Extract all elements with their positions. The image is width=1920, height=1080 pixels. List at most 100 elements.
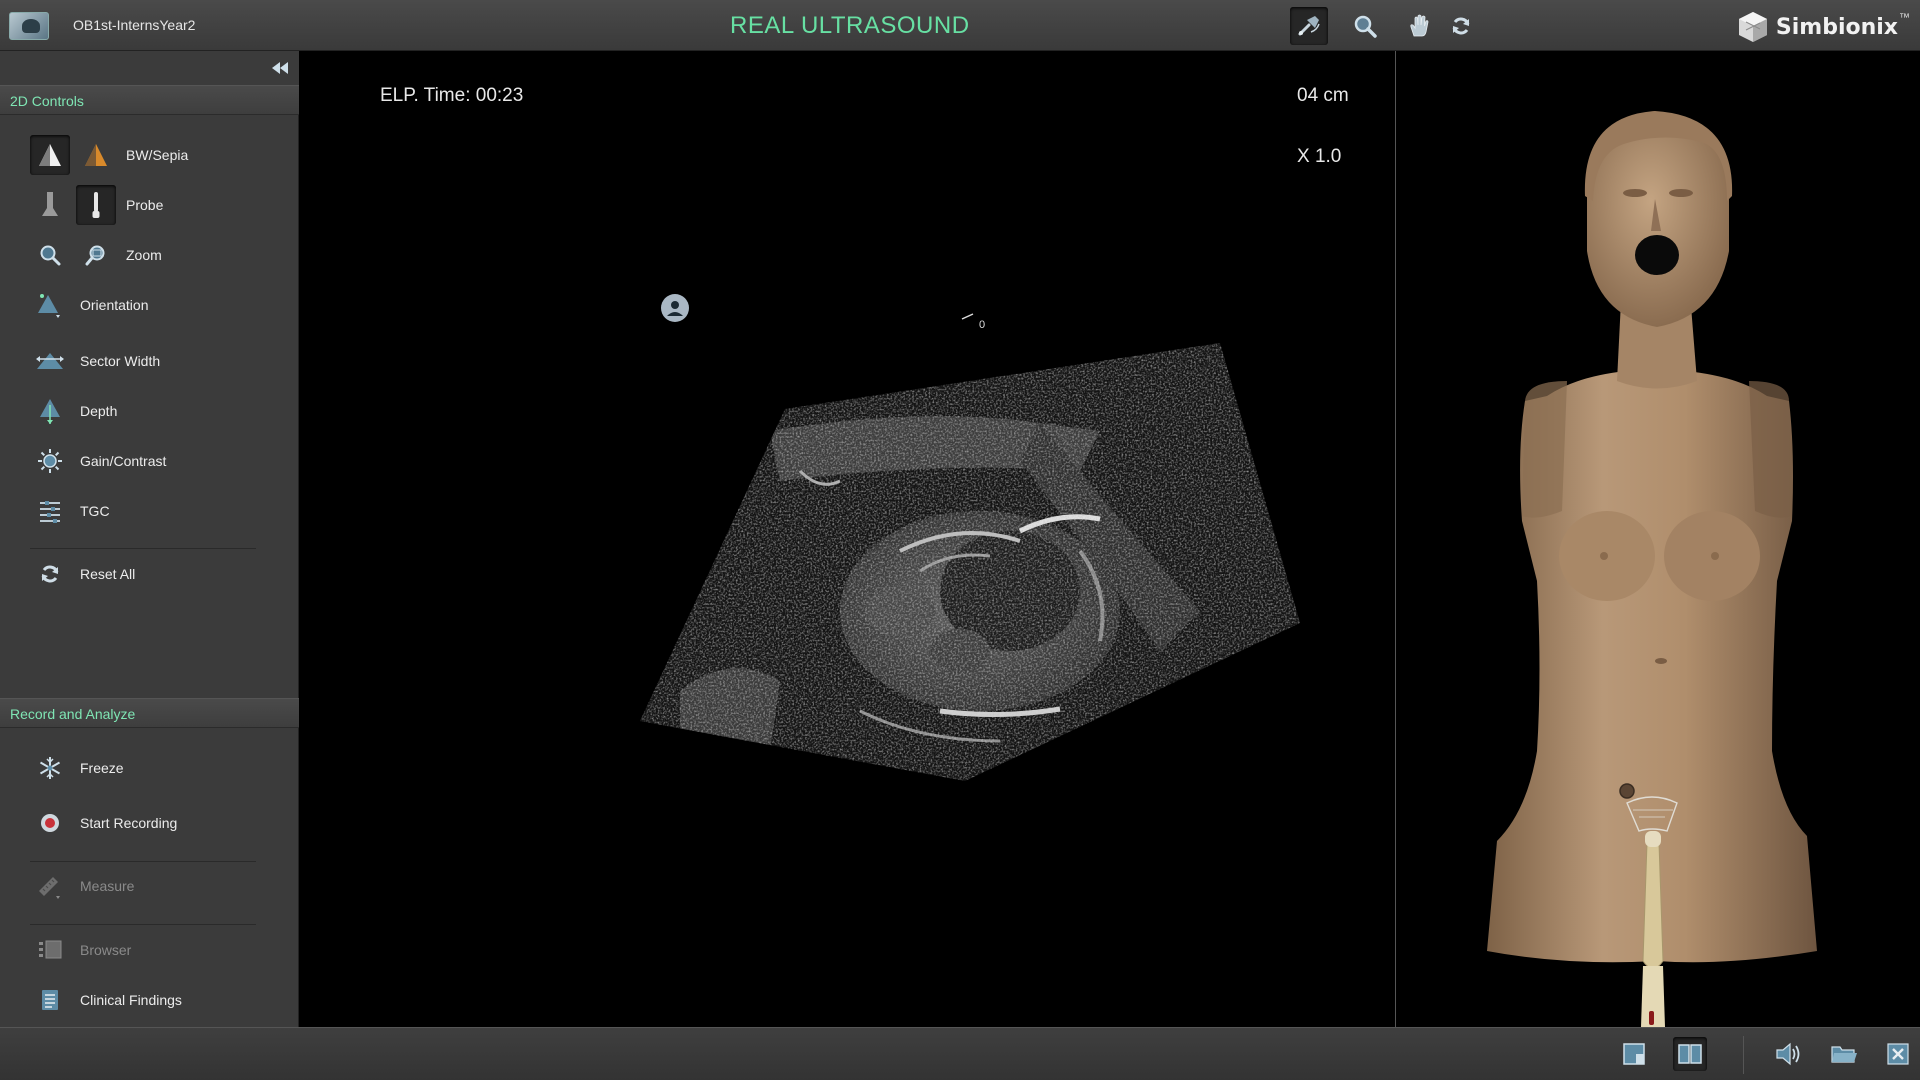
single-view-button[interactable] <box>1617 1037 1651 1071</box>
orientation-label: Orientation <box>80 297 149 313</box>
case-name: OB1st-InternsYear2 <box>73 17 196 33</box>
orientation-button[interactable] <box>30 285 70 325</box>
probe-transvaginal-button[interactable] <box>76 185 116 225</box>
pan-tool-button[interactable] <box>1400 7 1438 45</box>
bottom-bar-separator <box>1743 1036 1744 1074</box>
gain-contrast-control[interactable]: Gain/Contrast <box>30 441 166 481</box>
bw-mode-button[interactable] <box>30 135 70 175</box>
depth-button[interactable] <box>30 391 70 431</box>
bw-sepia-control: BW/Sepia <box>30 135 188 175</box>
measure-label: Measure <box>80 878 135 894</box>
brand-cube-icon <box>1738 12 1767 42</box>
zoom-region-button[interactable] <box>76 235 116 275</box>
sector-width-control[interactable]: Sector Width <box>30 341 160 381</box>
search-icon <box>1354 15 1377 38</box>
probe-abdominal-button[interactable] <box>30 185 70 225</box>
volume-button[interactable] <box>1771 1037 1805 1071</box>
tgc-label: TGC <box>80 503 110 519</box>
zoom-control: Zoom <box>30 235 162 275</box>
controls-divider <box>30 548 256 549</box>
section-header-2d-controls: 2D Controls <box>0 85 299 115</box>
tgc-button[interactable] <box>30 491 70 531</box>
mannequin-3d-view[interactable] <box>1397 51 1920 1027</box>
double-chevron-left-icon <box>272 62 288 74</box>
start-recording-control[interactable]: Start Recording <box>30 803 177 843</box>
volume-icon <box>1776 1042 1800 1066</box>
reset-icon <box>41 565 59 583</box>
rotate-icon <box>1452 17 1470 35</box>
magnifier-icon <box>40 245 61 266</box>
gain-contrast-button[interactable] <box>30 441 70 481</box>
module-title: REAL ULTRASOUND <box>730 12 970 39</box>
sepia-sector-icon <box>85 144 107 166</box>
browser-button[interactable] <box>30 930 70 970</box>
start-recording-label: Start Recording <box>80 815 178 831</box>
collapse-panel-button[interactable] <box>269 59 291 77</box>
freeze-control[interactable]: Freeze <box>30 748 124 788</box>
clinical-findings-label: Clinical Findings <box>80 992 182 1008</box>
reset-all-button[interactable] <box>30 554 70 594</box>
panel-collapse-strip <box>0 51 299 85</box>
record-divider-1 <box>30 861 256 862</box>
clinical-findings-button[interactable] <box>30 980 70 1020</box>
depth-control[interactable]: Depth <box>30 391 117 431</box>
open-folder-button[interactable] <box>1827 1037 1861 1071</box>
ultrasound-image-view[interactable]: ELP. Time: 00:23 04 cm X 1.0 0 <box>300 51 1396 1027</box>
start-recording-button[interactable] <box>30 803 70 843</box>
clipboard-notes-icon <box>42 990 58 1010</box>
section-header-record-analyze: Record and Analyze <box>0 698 299 728</box>
tgc-control[interactable]: TGC <box>30 491 110 531</box>
magnifier-region-icon <box>85 245 105 266</box>
depth-icon <box>40 399 60 424</box>
zoom-tool-button[interactable] <box>1346 7 1384 45</box>
record-divider-2 <box>30 924 256 925</box>
split-view-icon <box>1678 1044 1702 1064</box>
sector-width-button[interactable] <box>30 341 70 381</box>
zoom-in-button[interactable] <box>30 235 70 275</box>
folder-icon <box>1831 1046 1857 1063</box>
mannequin-figure <box>1487 111 1817 1027</box>
single-view-icon <box>1623 1043 1645 1065</box>
browser-label: Browser <box>80 942 132 958</box>
depth-scale-zero: 0 <box>979 319 985 331</box>
split-view-button[interactable] <box>1673 1037 1707 1071</box>
bottom-bar <box>0 1027 1920 1080</box>
probe-abdominal-icon <box>42 192 58 216</box>
browser-list-icon <box>39 940 62 959</box>
probe-control: Probe <box>30 185 163 225</box>
brightness-icon <box>38 449 62 473</box>
hand-pan-icon <box>1410 14 1429 37</box>
close-button[interactable] <box>1881 1037 1915 1071</box>
brand-name: Simbionix <box>1775 14 1898 40</box>
measure-control[interactable]: Measure <box>30 866 134 906</box>
zoom-label: Zoom <box>126 247 162 263</box>
reset-all-control[interactable]: Reset All <box>30 554 135 594</box>
probe-label: Probe <box>126 197 164 213</box>
record-icon <box>41 814 59 832</box>
sepia-mode-button[interactable] <box>76 135 116 175</box>
tgc-sliders-icon <box>40 501 60 523</box>
sector-width-icon <box>36 353 64 369</box>
left-control-panel: 2D Controls BW/Sepia Probe Zoom Orientat… <box>0 51 299 1027</box>
close-icon <box>1887 1043 1909 1065</box>
browser-control[interactable]: Browser <box>30 930 131 970</box>
probe-tool-button[interactable] <box>1290 7 1328 45</box>
measure-button[interactable] <box>30 866 70 906</box>
brand-logo: Simbionix ™ <box>1736 10 1910 44</box>
depth-label: Depth <box>80 403 118 419</box>
freeze-button[interactable] <box>30 748 70 788</box>
reset-all-label: Reset All <box>80 566 136 582</box>
probe-transvaginal-icon <box>92 192 100 218</box>
sector-width-label: Sector Width <box>80 353 161 369</box>
ruler-icon <box>39 877 60 899</box>
gain-contrast-label: Gain/Contrast <box>80 453 167 469</box>
app-logo-icon[interactable] <box>9 12 49 40</box>
bw-sector-icon <box>39 144 61 166</box>
brand-trademark: ™ <box>1899 12 1910 24</box>
top-bar: OB1st-InternsYear2 REAL ULTRASOUND Simbi… <box>0 0 1920 51</box>
clinical-findings-control[interactable]: Clinical Findings <box>30 980 182 1020</box>
bw-sepia-label: BW/Sepia <box>126 147 189 163</box>
snowflake-icon <box>39 757 61 779</box>
rotate-tool-button[interactable] <box>1442 7 1480 45</box>
orientation-control[interactable]: Orientation <box>30 285 148 325</box>
